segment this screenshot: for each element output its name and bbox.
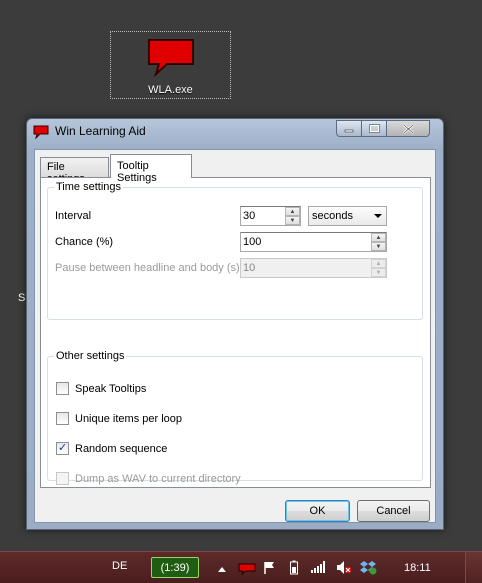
checkbox-box[interactable]: [56, 382, 69, 395]
app-icon: [33, 125, 49, 139]
chance-input[interactable]: [241, 233, 370, 251]
time-settings-group: Time settings Interval ▲ ▼ seconds Chanc…: [47, 181, 423, 320]
pause-stepper: ▲ ▼: [240, 258, 387, 278]
desktop-partial-label: S: [18, 292, 26, 304]
tooltip-settings-panel: Time settings Interval ▲ ▼ seconds Chanc…: [40, 177, 431, 488]
unique-items-label: Unique items per loop: [75, 412, 183, 425]
ok-button[interactable]: OK: [285, 500, 350, 522]
desktop-icon-wla[interactable]: WLA.exe: [110, 31, 231, 99]
minimize-button[interactable]: [336, 120, 362, 137]
dump-wav-checkbox: Dump as WAV to current directory: [56, 472, 241, 485]
speak-tooltips-label: Speak Tooltips: [75, 382, 147, 395]
checkbox-box[interactable]: ✓: [56, 442, 69, 455]
checkbox-box[interactable]: [56, 412, 69, 425]
close-button[interactable]: [386, 120, 430, 137]
signal-bars-icon[interactable]: [311, 561, 325, 573]
speak-tooltips-checkbox[interactable]: Speak Tooltips: [56, 382, 146, 395]
pause-up-arrow-icon: ▲: [371, 259, 386, 268]
main-window: Win Learning Aid File settings Tooltip S…: [26, 118, 444, 530]
sync-badge-icon: [369, 567, 377, 575]
interval-unit-value: seconds: [312, 210, 353, 222]
tab-file-settings[interactable]: File settings: [40, 157, 109, 185]
other-settings-group: Other settings Speak Tooltips Unique ite…: [47, 350, 423, 485]
clock[interactable]: 18:11: [404, 562, 431, 574]
taskbar: DE (1:39) 18:11: [0, 551, 482, 583]
pause-label: Pause between headline and body (s): [55, 262, 240, 274]
window-title: Win Learning Aid: [55, 124, 146, 138]
volume-muted-icon[interactable]: [336, 560, 352, 575]
interval-input[interactable]: [241, 207, 284, 225]
interval-unit-select[interactable]: seconds: [308, 206, 387, 226]
cancel-button[interactable]: Cancel: [357, 500, 430, 522]
wla-tray-icon[interactable]: [238, 563, 256, 575]
interval-label: Interval: [55, 210, 92, 222]
tab-tooltip-settings[interactable]: Tooltip Settings: [110, 154, 192, 184]
interval-down-arrow-icon[interactable]: ▼: [285, 216, 300, 225]
dump-wav-label: Dump as WAV to current directory: [75, 472, 241, 485]
chance-up-arrow-icon[interactable]: ▲: [371, 233, 386, 242]
interval-up-arrow-icon[interactable]: ▲: [285, 207, 300, 216]
speech-bubble-icon: [148, 39, 194, 78]
maximize-icon: [368, 124, 380, 133]
title-bar[interactable]: Win Learning Aid: [27, 119, 443, 143]
chance-down-arrow-icon[interactable]: ▼: [371, 242, 386, 251]
window-client-area: File settings Tooltip Settings Time sett…: [34, 149, 436, 523]
maximize-button[interactable]: [361, 120, 387, 137]
random-sequence-label: Random sequence: [75, 442, 168, 455]
desktop-icon-label: WLA.exe: [148, 84, 193, 96]
checkbox-box: [56, 472, 69, 485]
pause-input: [241, 259, 370, 277]
chance-stepper[interactable]: ▲ ▼: [240, 232, 387, 252]
unique-items-checkbox[interactable]: Unique items per loop: [56, 412, 182, 425]
language-indicator[interactable]: DE: [112, 560, 127, 572]
show-hidden-icons-icon[interactable]: [218, 566, 226, 572]
minimize-icon: [344, 129, 354, 132]
close-icon: [402, 123, 414, 134]
show-desktop-button[interactable]: [465, 552, 482, 583]
other-settings-title: Other settings: [54, 350, 127, 362]
pause-down-arrow-icon: ▼: [371, 268, 386, 277]
action-center-flag-icon[interactable]: [263, 561, 275, 575]
battery-timer-widget[interactable]: (1:39): [151, 557, 199, 578]
checkmark-icon: ✓: [58, 442, 68, 454]
random-sequence-checkbox[interactable]: ✓ Random sequence: [56, 442, 167, 455]
chevron-down-icon: [374, 214, 382, 218]
chance-label: Chance (%): [55, 236, 114, 248]
interval-stepper[interactable]: ▲ ▼: [240, 206, 301, 226]
time-settings-title: Time settings: [54, 181, 124, 193]
battery-icon[interactable]: [290, 560, 298, 575]
